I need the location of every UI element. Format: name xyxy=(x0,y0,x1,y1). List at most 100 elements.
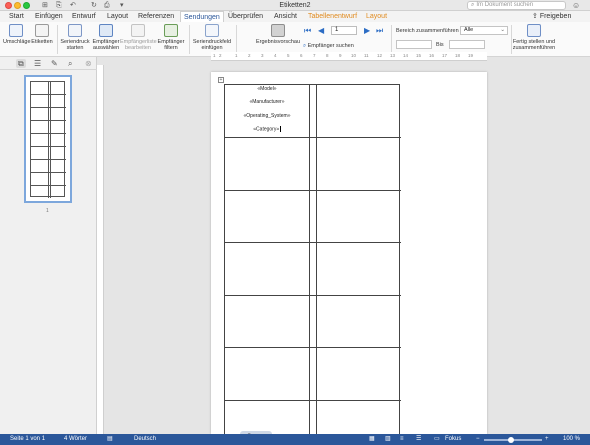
zoom-slider-knob[interactable] xyxy=(508,436,515,443)
tab-sendungen[interactable]: Sendungen xyxy=(180,11,224,22)
thumbnails-icon[interactable]: ⧉ xyxy=(16,59,26,68)
empfaenger-suchen-label: Empfänger suchen xyxy=(307,43,354,49)
print-layout-icon[interactable]: ▦ xyxy=(369,434,375,445)
zoom-out-icon[interactable]: − xyxy=(476,434,480,445)
tab-ansicht[interactable]: Ansicht xyxy=(271,11,300,22)
bereich-select[interactable]: Alle ⌄ xyxy=(460,26,508,35)
tab-layout[interactable]: Layout xyxy=(104,11,131,22)
focus-icon[interactable]: ▭ xyxy=(434,434,440,445)
labels-table[interactable]: «Model» «Manufacturer» «Operating_System… xyxy=(224,84,401,435)
umschlaege-button[interactable]: Umschläge xyxy=(3,24,31,45)
ruler-tick: 2 xyxy=(219,53,222,58)
focus-label[interactable]: Fokus xyxy=(445,434,461,445)
record-number-field[interactable]: 1 xyxy=(331,26,357,35)
empfaenger-auswaehlen-label-2: auswählen xyxy=(92,45,120,51)
empfaengerliste-bearbeiten-button[interactable]: Empfängerliste bearbeiten xyxy=(120,24,157,51)
range-to-field[interactable] xyxy=(449,40,485,49)
share-label: Freigeben xyxy=(539,13,572,20)
tab-ueberpruefen[interactable]: Überprüfen xyxy=(225,11,266,22)
thumbnail-page-number: 1 xyxy=(46,208,49,214)
ergebnisvorschau-button[interactable]: Ergebnisvorschau xyxy=(256,24,300,45)
proofing-icon[interactable]: ▤ xyxy=(107,434,113,445)
page-count[interactable]: Seite 1 von 1 xyxy=(10,434,45,445)
empfaenger-suchen-button[interactable]: ⌕ Empfänger suchen xyxy=(303,43,354,49)
previous-record-icon[interactable]: ◀ xyxy=(318,27,324,35)
horizontal-ruler[interactable]: 1 2 1 2 3 4 5 6 7 8 9 10 11 12 13 14 15 … xyxy=(211,52,487,61)
status-bar: Seite 1 von 1 4 Wörter ▤ Deutsch ▦ ▥ ≡ ☰… xyxy=(0,434,590,445)
ruler-tick: 10 xyxy=(351,53,357,58)
table-move-handle-icon[interactable]: + xyxy=(218,77,224,83)
tab-tabellenentwurf[interactable]: Tabellenentwurf xyxy=(305,11,360,22)
thumbnail-gridline xyxy=(50,82,51,198)
account-icon[interactable]: ☺ xyxy=(572,1,580,10)
merge-field-manufacturer[interactable]: «Manufacturer» xyxy=(225,99,309,105)
ruler-tick: 4 xyxy=(274,53,277,58)
table-row-border xyxy=(225,190,401,191)
search-icon: ⌕ xyxy=(471,2,475,8)
merge-field-category-line[interactable]: «Category» xyxy=(225,126,309,132)
customize-toolbar-icon[interactable]: ▾ xyxy=(120,1,124,10)
language-indicator[interactable]: Deutsch xyxy=(134,434,156,445)
ruler-tick: 14 xyxy=(403,53,409,58)
zoom-window-button[interactable] xyxy=(23,2,30,9)
undo-icon[interactable]: ↶ xyxy=(70,1,76,10)
tab-table-layout[interactable]: Layout xyxy=(363,11,390,22)
merge-field-category[interactable]: «Category» xyxy=(253,126,279,132)
ergebnisvorschau-label: Ergebnisvorschau xyxy=(256,39,301,45)
merge-field-operating-system[interactable]: «Operating_System» xyxy=(225,113,309,119)
draft-view-icon[interactable]: ☰ xyxy=(416,434,421,445)
search-pane-icon[interactable]: ⌕ xyxy=(68,59,72,68)
ruler-tick: 2 xyxy=(248,53,251,58)
first-record-icon[interactable]: ⏮ xyxy=(304,27,311,35)
share-button[interactable]: ⇪ Freigeben xyxy=(532,11,571,22)
sidebar-toggle-icon[interactable]: ⊞ xyxy=(42,1,48,10)
web-layout-icon[interactable]: ▥ xyxy=(385,434,391,445)
etiketten-button[interactable]: Etiketten xyxy=(30,24,54,45)
empfaenger-filtern-button[interactable]: Empfänger filtern xyxy=(157,24,185,51)
thumbnail-gridline xyxy=(31,120,66,121)
bereich-label: Bereich zusammenführen xyxy=(396,28,459,34)
share-icon: ⇪ xyxy=(532,13,540,20)
edit-list-icon xyxy=(131,24,145,37)
fertig-stellen-label-2: zusammenführen xyxy=(512,45,556,51)
tab-start[interactable]: Start xyxy=(6,11,27,22)
save-icon[interactable]: ⎘ xyxy=(56,1,62,10)
minimize-window-button[interactable] xyxy=(14,2,21,9)
zoom-in-icon[interactable]: + xyxy=(545,434,549,445)
print-icon[interactable]: ⎙ xyxy=(104,1,110,10)
vertical-ruler[interactable] xyxy=(97,65,104,434)
zoom-level[interactable]: 100 % xyxy=(563,434,580,445)
close-pane-icon[interactable]: ⊗ xyxy=(85,59,92,68)
umschlaege-label: Umschläge xyxy=(3,39,31,45)
bis-label: Bis xyxy=(436,42,444,48)
page-thumbnail[interactable] xyxy=(24,75,72,203)
ruler-tick: 5 xyxy=(287,53,290,58)
thumbnail-gridline xyxy=(31,107,66,108)
preview-results-icon xyxy=(271,24,285,37)
empfaengerliste-label-2: bearbeiten xyxy=(125,45,151,51)
table-row-border xyxy=(225,137,401,138)
outline-view-icon[interactable]: ≡ xyxy=(400,434,404,445)
seriendruck-starten-button[interactable]: Seriendruck starten xyxy=(59,24,91,51)
thumbnail-gridline xyxy=(31,146,66,147)
ruler-tick: 13 xyxy=(390,53,396,58)
comments-icon[interactable]: ✎ xyxy=(51,59,58,68)
merge-field-model[interactable]: «Model» xyxy=(225,86,309,92)
document-search-input[interactable]: ⌕ Im Dokument suchen xyxy=(467,1,566,10)
fertig-stellen-button[interactable]: Fertig stellen und zusammenführen xyxy=(512,24,556,51)
last-record-icon[interactable]: ⏭ xyxy=(376,27,383,35)
word-count[interactable]: 4 Wörter xyxy=(64,434,87,445)
empfaenger-auswaehlen-button[interactable]: Empfänger auswählen xyxy=(92,24,120,51)
range-from-field[interactable] xyxy=(396,40,432,49)
outline-icon[interactable]: ☰ xyxy=(34,59,41,68)
empfaenger-filtern-label-2: filtern xyxy=(164,45,178,51)
tab-referenzen[interactable]: Referenzen xyxy=(135,11,177,22)
tab-einfuegen[interactable]: Einfügen xyxy=(32,11,66,22)
seriendruckfeld-einfuegen-button[interactable]: Seriendruckfeld einfügen xyxy=(191,24,233,51)
seriendruckfeld-label-2: einfügen xyxy=(201,45,223,51)
next-record-icon[interactable]: ▶ xyxy=(364,27,370,35)
close-window-button[interactable] xyxy=(5,2,12,9)
search-placeholder: Im Dokument suchen xyxy=(476,2,534,8)
redo-icon[interactable]: ↻ xyxy=(91,1,97,10)
tab-entwurf[interactable]: Entwurf xyxy=(69,11,99,22)
